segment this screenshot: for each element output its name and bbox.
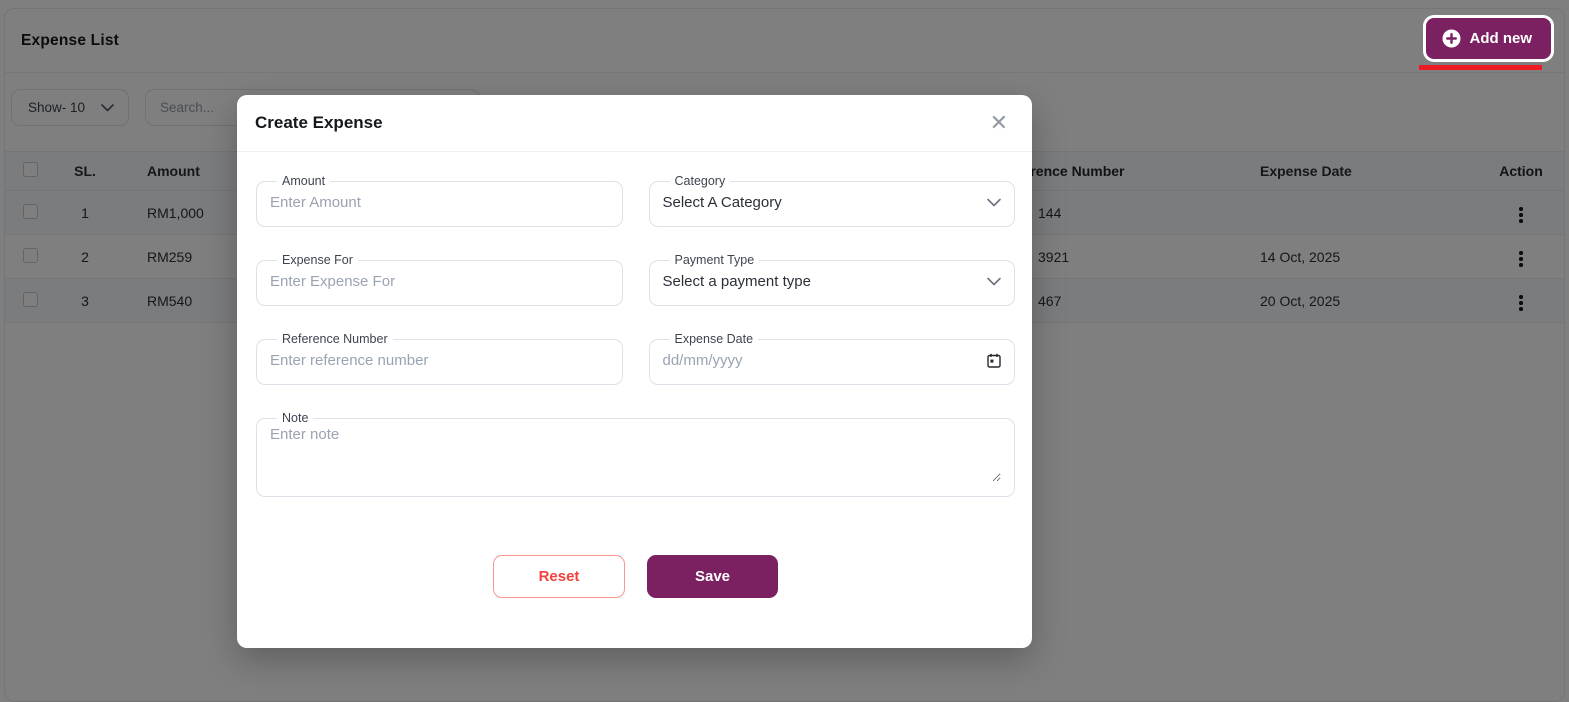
modal-actions: Reset Save: [256, 555, 1015, 598]
amount-input[interactable]: [270, 189, 609, 215]
note-field-group: Note: [256, 411, 1015, 497]
expense-date-placeholder: dd/mm/yyyy: [662, 351, 743, 369]
category-label: Category: [674, 174, 726, 188]
expense-date-label: Expense Date: [674, 332, 754, 346]
reference-number-input[interactable]: [270, 347, 609, 373]
payment-type-select[interactable]: Select a payment type: [663, 268, 1002, 294]
plus-circle-icon: [1442, 29, 1461, 48]
note-label: Note: [282, 411, 309, 425]
amount-field-group: Amount: [256, 174, 623, 227]
expense-for-label: Expense For: [282, 253, 353, 267]
payment-type-field-group: Payment Type Select a payment type: [648, 253, 1015, 306]
highlight-underline: [1419, 65, 1542, 70]
note-textarea[interactable]: [270, 426, 1001, 482]
close-icon[interactable]: ✕: [982, 108, 1016, 138]
category-selected-value: Select A Category: [662, 193, 782, 211]
add-new-button[interactable]: Add new: [1425, 18, 1551, 59]
chevron-down-icon: [987, 277, 1001, 286]
expense-date-input[interactable]: dd/mm/yyyy: [663, 347, 1002, 373]
category-field-group: Category Select A Category: [648, 174, 1015, 227]
reference-number-field-group: Reference Number: [256, 332, 623, 385]
payment-type-label: Payment Type: [674, 253, 755, 267]
amount-label: Amount: [282, 174, 326, 188]
expense-for-field-group: Expense For: [256, 253, 623, 306]
expense-date-field-group: Expense Date dd/mm/yyyy: [648, 332, 1015, 385]
add-new-highlight: Add new: [1419, 18, 1551, 70]
save-button[interactable]: Save: [647, 555, 778, 598]
category-select[interactable]: Select A Category: [663, 189, 1002, 215]
payment-type-selected-value: Select a payment type: [662, 272, 811, 290]
modal-body: Amount Category Select A Category Expens…: [237, 152, 1032, 598]
reference-number-label: Reference Number: [282, 332, 388, 346]
modal-title: Create Expense: [255, 113, 383, 132]
create-expense-modal: Create Expense ✕ Amount Category Select …: [237, 95, 1032, 648]
add-new-label: Add new: [1469, 30, 1533, 47]
modal-header: Create Expense ✕: [237, 95, 1032, 152]
chevron-down-icon: [987, 198, 1001, 207]
reset-button[interactable]: Reset: [493, 555, 625, 598]
calendar-icon: [987, 353, 1001, 368]
expense-for-input[interactable]: [270, 268, 609, 294]
